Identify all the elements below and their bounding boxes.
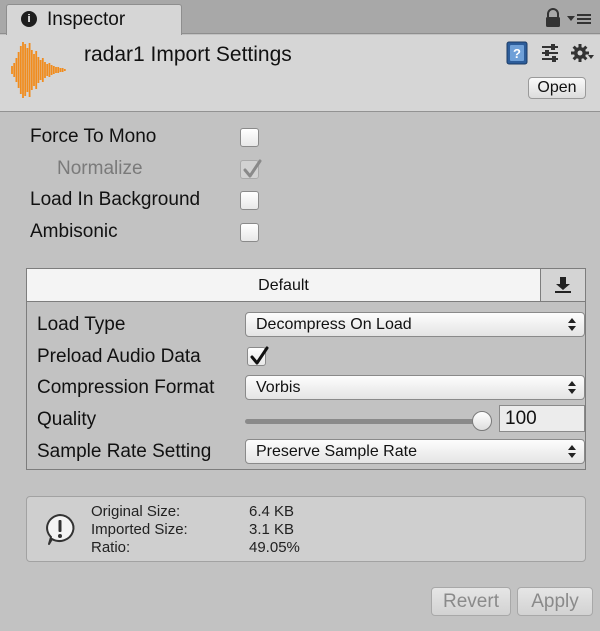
quality-slider-track[interactable] (245, 419, 485, 424)
preload-audio-data-label: Preload Audio Data (37, 346, 201, 367)
preload-audio-data-checkbox[interactable] (247, 346, 269, 366)
checkmark-icon (243, 159, 262, 178)
imported-size-value: 3.1 KB (249, 521, 295, 538)
load-type-dropdown[interactable]: Decompress On Load (245, 312, 585, 337)
compression-format-dropdown[interactable]: Vorbis (245, 375, 585, 400)
checkmark-icon (250, 346, 269, 365)
load-in-background-checkbox[interactable] (240, 191, 259, 210)
platform-settings-panel: Default Load Type Decompress On Load Pre… (26, 268, 586, 470)
help-icon[interactable]: ? (506, 41, 528, 65)
ambisonic-label: Ambisonic (30, 221, 118, 242)
revert-button[interactable]: Revert (431, 587, 511, 616)
preset-icon[interactable] (540, 43, 560, 63)
audio-waveform-icon (11, 42, 66, 98)
ratio-value: 49.05% (249, 539, 300, 556)
sample-rate-setting-value: Preserve Sample Rate (256, 443, 417, 460)
ambisonic-checkbox[interactable] (240, 223, 259, 242)
tab-title: Inspector (47, 9, 126, 30)
force-to-mono-label: Force To Mono (30, 126, 157, 147)
inspector-header: radar1 Import Settings ? Open (0, 35, 600, 112)
platform-tab-download[interactable] (541, 269, 585, 302)
sample-rate-setting-dropdown[interactable]: Preserve Sample Rate (245, 439, 585, 464)
updown-arrows-icon (568, 318, 576, 331)
normalize-checkbox[interactable] (240, 159, 262, 179)
tab-strip: i Inspector (0, 0, 600, 35)
updown-arrows-icon (568, 381, 576, 394)
warning-speech-icon (46, 514, 75, 545)
gear-icon[interactable] (570, 41, 596, 65)
lock-icon[interactable] (544, 8, 562, 28)
info-icon: i (21, 11, 37, 27)
imported-size-label: Imported Size: (91, 521, 188, 538)
download-icon (555, 277, 571, 293)
load-type-value: Decompress On Load (256, 316, 412, 333)
compression-format-label: Compression Format (37, 377, 215, 398)
normalize-label: Normalize (57, 158, 143, 179)
force-to-mono-checkbox[interactable] (240, 128, 259, 147)
sample-rate-setting-label: Sample Rate Setting (37, 441, 212, 462)
original-size-value: 6.4 KB (249, 503, 295, 520)
asset-title: radar1 Import Settings (84, 43, 292, 66)
platform-tab-default[interactable]: Default (27, 269, 541, 302)
quality-input[interactable]: 100 (499, 405, 585, 432)
tab-menu-icon[interactable] (566, 12, 592, 26)
load-type-label: Load Type (37, 314, 126, 335)
load-in-background-label: Load In Background (30, 189, 201, 210)
quality-slider-thumb[interactable] (472, 411, 492, 431)
updown-arrows-icon (568, 445, 576, 458)
import-info-box: Original Size: 6.4 KB Imported Size: 3.1… (26, 496, 586, 562)
tab-inspector[interactable]: i Inspector (6, 4, 182, 35)
quality-label: Quality (37, 409, 97, 430)
compression-format-value: Vorbis (256, 379, 301, 396)
svg-text:?: ? (513, 46, 521, 61)
apply-button[interactable]: Apply (517, 587, 593, 616)
open-button[interactable]: Open (528, 77, 586, 99)
original-size-label: Original Size: (91, 503, 181, 520)
ratio-label: Ratio: (91, 539, 131, 556)
